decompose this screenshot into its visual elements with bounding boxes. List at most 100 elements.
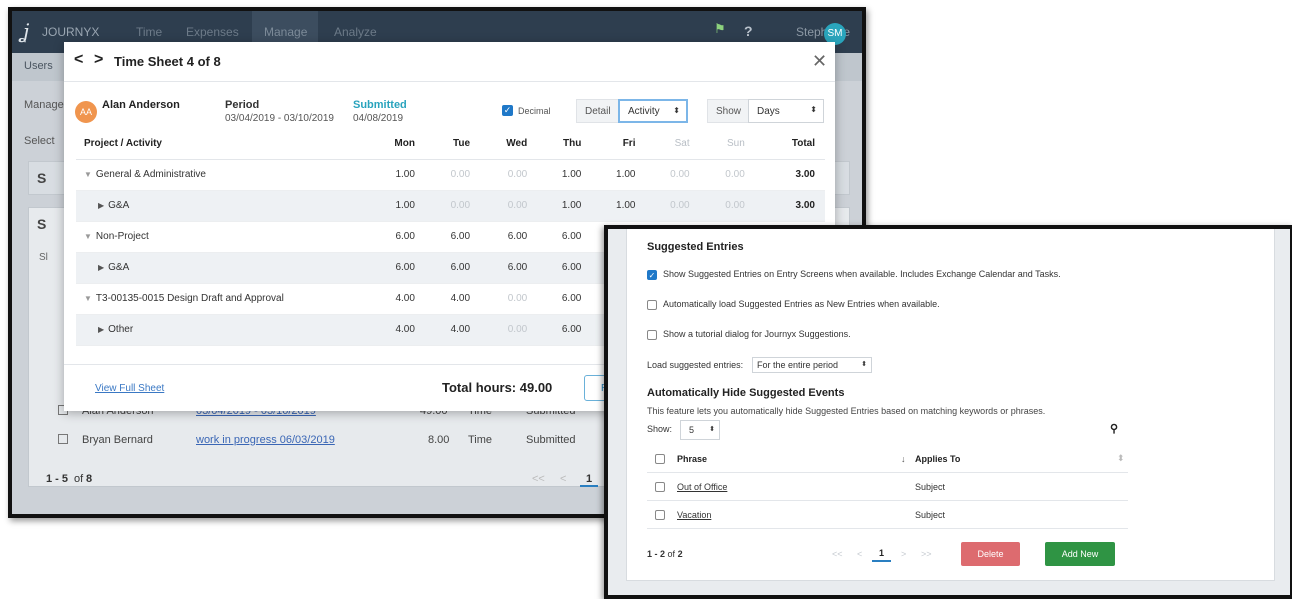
col-applies-to[interactable]: Applies To [915,454,960,464]
row-checkbox[interactable] [58,434,68,444]
decimal-label: Decimal [518,106,551,116]
load-period-select[interactable]: For the entire period ⬍ [752,357,872,373]
activity-row[interactable]: ▶ G&A 1.00 0.00 0.00 1.00 1.00 0.00 0.00 3.00 [76,190,825,222]
decimal-checkbox[interactable]: ✓ [502,105,513,116]
first-page-button[interactable]: << [532,473,545,485]
hours-cell: 1.00 [376,190,425,222]
hours-cell: 1.00 [537,190,592,222]
employee-avatar: AA [75,101,97,123]
bg-label-select: Select [24,135,55,147]
show-select[interactable]: Days ⬍ [748,99,824,123]
show-count-label: Show: [647,424,673,434]
first-page-button[interactable]: << [832,549,843,559]
row-label: ▶ G&A [76,252,377,284]
auto-hide-title: Automatically Hide Suggested Events [647,387,845,399]
col-tue: Tue [424,129,481,160]
hours-cell: 0.00 [480,314,538,346]
journyx-logo-icon: ʝ [22,19,30,43]
hours-cell: 0.00 [480,190,538,222]
hours-cell: 6.00 [424,221,481,253]
prev-timesheet-icon[interactable]: < [74,51,83,69]
collapse-icon[interactable]: ▼ [84,170,92,179]
checkbox-checked-icon[interactable]: ✓ [647,269,657,280]
col-sat: Sat [645,129,700,160]
next-timesheet-icon[interactable]: > [94,51,103,69]
hours-cell: 0.00 [645,190,700,222]
notification-icon[interactable]: ⚑ [714,21,726,37]
hours-cell: 1.00 [376,159,425,191]
col-thu: Thu [537,129,592,160]
detail-select[interactable]: Activity ⬍ [618,99,688,123]
last-page-button[interactable]: >> [921,549,932,559]
checkbox-icon[interactable] [647,329,657,340]
phrase-link[interactable]: Vacation [677,510,711,520]
col-total: Total [754,129,825,160]
row-checkbox[interactable] [655,482,665,492]
expand-icon[interactable]: ▶ [98,325,104,334]
modal-header: < > Time Sheet 4 of 8 ✕ [64,42,835,82]
search-icon[interactable]: ⚲ [1110,422,1118,435]
applies-to-value: Subject [915,482,946,492]
hours-cell: 6.00 [537,221,592,253]
hours-cell: 1.00 [537,159,592,191]
hours-cell: 6.00 [537,314,592,346]
expand-icon[interactable]: ▶ [98,201,104,210]
hours-cell: 0.00 [424,159,481,191]
sort-down-icon[interactable]: ↓ [901,454,906,464]
nav-expenses[interactable]: Expenses [186,25,239,39]
select-caret-icon: ⬍ [810,105,817,114]
hours-cell: 6.00 [480,221,538,253]
row-label: ▼ General & Administrative [76,159,377,191]
hours-cell: 0.00 [480,159,538,191]
hours-cell: 6.00 [537,283,592,315]
hours-cell: 6.00 [537,252,592,284]
table-header-row: Project / Activity Mon Tue Wed Thu Fri S… [76,129,825,160]
nav-analyze[interactable]: Analyze [334,25,377,39]
hours-cell: 0.00 [699,190,755,222]
phrase-link[interactable]: Out of Office [677,482,727,492]
period-label: Period [225,99,260,111]
sort-icon[interactable]: ⬍ [1117,453,1125,464]
checkbox-icon[interactable] [647,299,657,310]
subnav-users[interactable]: Users [24,60,53,72]
select-caret-icon: ⬍ [673,106,680,115]
add-new-button[interactable]: Add New [1045,542,1115,566]
hours-cell: 0.00 [424,190,481,222]
nav-time[interactable]: Time [136,25,162,39]
help-icon[interactable]: ? [744,23,753,39]
close-icon[interactable]: ✕ [812,51,827,72]
status-label: Submitted [353,99,407,111]
delete-button[interactable]: Delete [961,542,1020,566]
row-checkbox[interactable] [655,510,665,520]
table-row[interactable]: Vacation Subject [647,501,1128,529]
view-full-sheet-link[interactable]: View Full Sheet [95,383,164,394]
project-row[interactable]: ▼ General & Administrative 1.00 0.00 0.00 1.0… [76,159,825,191]
option-show-suggested[interactable]: ✓ Show Suggested Entries on Entry Screens… [647,269,1061,280]
prev-page-button[interactable]: < [857,549,862,559]
phrase-pager-summary: 1 - 2 of 2 [647,549,683,559]
hours-cell: 6.00 [480,252,538,284]
option-auto-load[interactable]: Automatically load Suggested Entries as … [647,299,940,310]
next-page-button[interactable]: > [901,549,906,559]
hours-cell: 6.00 [376,252,425,284]
option-tutorial[interactable]: Show a tutorial dialog for Journyx Sugge… [647,329,851,340]
table-row[interactable]: Out of Office Subject [647,473,1128,501]
period-link[interactable]: work in progress 06/03/2019 [196,434,335,446]
row-label: ▶ Other [76,314,377,346]
select-caret-icon: ⬍ [709,426,715,433]
page-1-button[interactable]: 1 [872,548,892,562]
expand-icon[interactable]: ▶ [98,263,104,272]
prev-page-button[interactable]: < [560,473,566,485]
page-1-button[interactable]: 1 [580,473,599,487]
collapse-icon[interactable]: ▼ [84,294,92,303]
show-count-select[interactable]: 5 ⬍ [680,420,720,440]
col-phrase[interactable]: Phrase [677,454,707,464]
hours-cell: 0.00 [480,283,538,315]
hours-cell: 4.00 [376,283,425,315]
row-label: ▶ G&A [76,190,377,222]
collapse-icon[interactable]: ▼ [84,232,92,241]
applies-to-value: Subject [915,510,946,520]
hours-cell: 4.00 [424,283,481,315]
select-all-checkbox[interactable] [655,454,665,464]
modal-title: Time Sheet 4 of 8 [114,54,221,69]
